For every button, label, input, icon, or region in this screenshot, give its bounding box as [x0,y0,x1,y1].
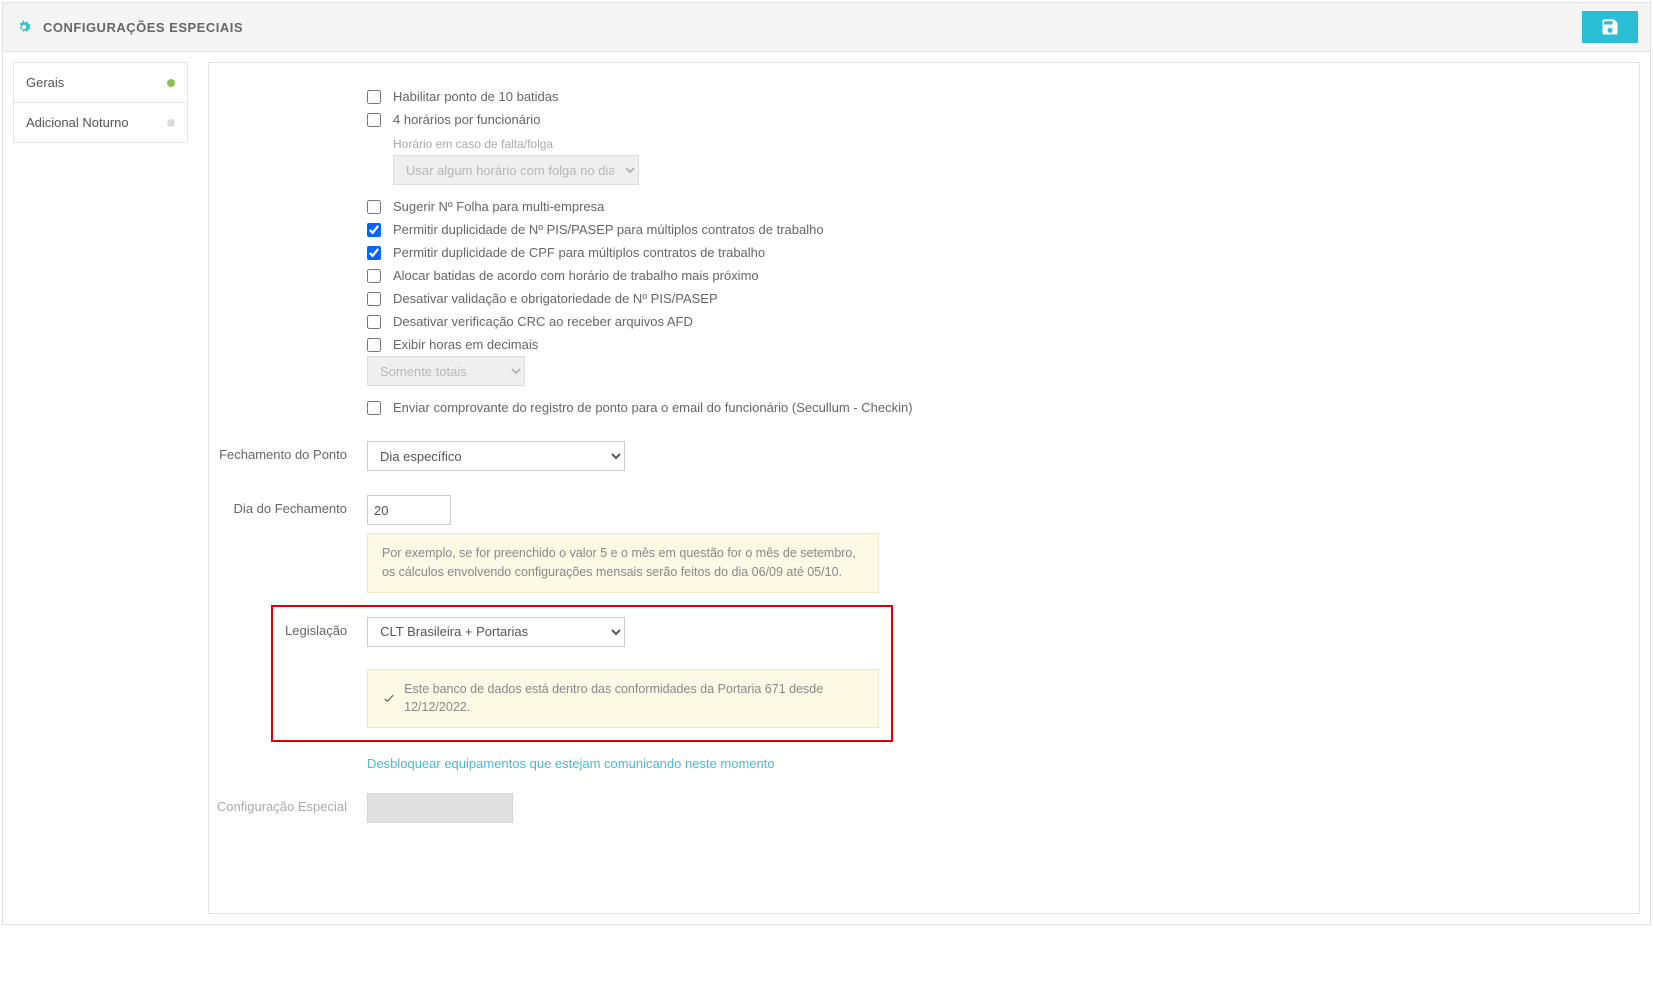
gear-icon [15,18,33,36]
active-dot-icon [167,79,175,87]
checkbox-label: Permitir duplicidade de CPF para múltipl… [393,245,765,260]
legislacao-select[interactable]: CLT Brasileira + Portarias [367,617,625,647]
checkbox-desativar-crc[interactable] [367,315,381,329]
sidebar-item-gerais[interactable]: Gerais [14,63,187,103]
checkbox-4-horarios[interactable] [367,113,381,127]
compliance-box: Este banco de dados está dentro das conf… [367,669,879,729]
sidebar: Gerais Adicional Noturno [13,62,188,143]
compliance-text: Este banco de dados está dentro das conf… [404,680,864,718]
dia-fechamento-input[interactable] [367,495,451,525]
page-title: CONFIGURAÇÕES ESPECIAIS [43,20,243,35]
check-icon [382,691,396,705]
checkbox-label: Desativar verificação CRC ao receber arq… [393,314,693,329]
horario-falta-sublabel: Horário em caso de falta/folga [393,137,1247,151]
save-icon [1600,17,1620,37]
legislacao-highlight: Legislação CLT Brasileira + Portarias Es… [271,605,893,743]
dia-fechamento-info: Por exemplo, se for preenchido o valor 5… [367,533,879,593]
fechamento-label: Fechamento do Ponto [207,441,367,462]
checkbox-label: Desativar validação e obrigatoriedade de… [393,291,718,306]
legislacao-label: Legislação [285,617,367,638]
sidebar-item-label: Adicional Noturno [26,115,129,130]
config-especial-input [367,793,513,823]
horario-falta-select: Usar algum horário com folga no dia [393,155,639,185]
main-panel: Habilitar ponto de 10 batidas 4 horários… [208,62,1640,914]
checkbox-cpf-duplicidade[interactable] [367,246,381,260]
dia-fechamento-label: Dia do Fechamento [207,495,367,516]
config-especial-label: Configuração Especial [207,793,367,814]
checkbox-label: Permitir duplicidade de Nº PIS/PASEP par… [393,222,824,237]
checkbox-enviar-comprovante[interactable] [367,401,381,415]
checkbox-label: Habilitar ponto de 10 batidas [393,89,559,104]
sidebar-item-label: Gerais [26,75,64,90]
checkbox-label: Enviar comprovante do registro de ponto … [393,400,913,415]
panel-header: CONFIGURAÇÕES ESPECIAIS [3,3,1650,52]
checkbox-alocar-batidas[interactable] [367,269,381,283]
inactive-dot-icon [167,119,175,127]
checkbox-pis-duplicidade[interactable] [367,223,381,237]
checkbox-10-batidas[interactable] [367,90,381,104]
checkbox-desativar-pis[interactable] [367,292,381,306]
save-button[interactable] [1582,11,1638,43]
checkbox-label: Alocar batidas de acordo com horário de … [393,268,759,283]
unlock-link[interactable]: Desbloquear equipamentos que estejam com… [367,756,775,771]
checkbox-label: 4 horários por funcionário [393,112,540,127]
horas-decimais-select: Somente totais [367,356,525,386]
checkbox-label: Exibir horas em decimais [393,337,538,352]
checkbox-horas-decimais[interactable] [367,338,381,352]
fechamento-select[interactable]: Dia específico [367,441,625,471]
checkbox-sugerir-folha[interactable] [367,200,381,214]
sidebar-item-adicional-noturno[interactable]: Adicional Noturno [14,103,187,142]
checkbox-label: Sugerir Nº Folha para multi-empresa [393,199,604,214]
